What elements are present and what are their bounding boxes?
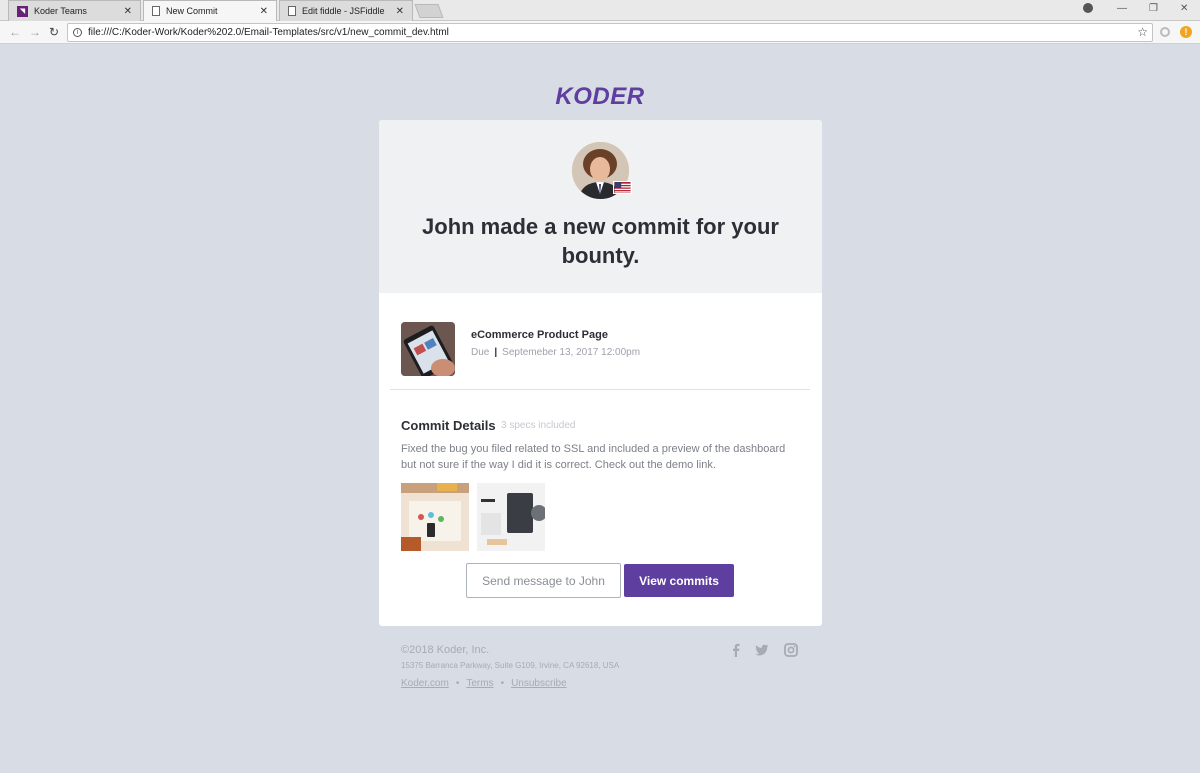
forward-icon[interactable]: → — [29, 25, 41, 39]
footer-link-terms[interactable]: Terms — [466, 678, 493, 689]
tab-jsfiddle[interactable]: Edit fiddle - JSFiddle ✕ — [279, 0, 413, 21]
new-tab-button[interactable] — [414, 4, 444, 18]
commit-description: Fixed the bug you filed related to SSL a… — [401, 443, 786, 471]
email-hero: John made a new commit for your bounty. — [379, 120, 822, 293]
browser-tab-bar: ◥ Koder Teams ✕ New Commit ✕ Edit fiddle… — [0, 0, 1200, 21]
headline: John made a new commit for your bounty. — [422, 214, 779, 268]
dot-separator: • — [455, 678, 460, 689]
divider — [390, 389, 810, 390]
tab-koder-teams[interactable]: ◥ Koder Teams ✕ — [8, 0, 141, 21]
svg-text:KODER: KODER — [555, 83, 644, 110]
due-date: Septemeber 13, 2017 12:00pm — [502, 347, 641, 358]
project-title: eCommerce Product Page — [471, 329, 608, 341]
commit-screenshot[interactable] — [401, 483, 469, 551]
profile-icon[interactable] — [1083, 3, 1093, 13]
restore-icon[interactable]: ❐ — [1149, 3, 1158, 14]
close-icon[interactable]: ✕ — [260, 6, 268, 17]
view-commits-button[interactable]: View commits — [624, 564, 734, 597]
due-label: Due — [471, 347, 490, 358]
bookmark-star-icon[interactable]: ☆ — [1137, 25, 1148, 39]
due-line: Due | Septemeber 13, 2017 12:00pm — [471, 347, 640, 358]
footer-link-koder[interactable]: Koder.com — [401, 678, 449, 689]
document-icon — [152, 6, 160, 16]
koder-logo: KODER — [555, 83, 644, 110]
footer-copyright: ©2018 Koder, Inc. — [401, 644, 490, 656]
separator: | — [494, 347, 498, 358]
close-icon[interactable]: ✕ — [396, 6, 404, 17]
send-message-button[interactable]: Send message to John — [466, 563, 621, 598]
info-icon[interactable]: i — [73, 28, 82, 37]
visual-studio-icon: ◥ — [17, 5, 28, 17]
footer-links: Koder.com • Terms • Unsubscribe — [401, 678, 567, 689]
reload-icon[interactable]: ↻ — [49, 25, 59, 39]
email-card: John made a new commit for your bounty. … — [379, 120, 822, 626]
back-icon[interactable]: ← — [9, 25, 21, 39]
warning-extension-icon[interactable]: ! — [1180, 26, 1192, 38]
twitter-icon[interactable] — [755, 643, 769, 657]
browser-toolbar: ← → ↻ i file:///C:/Koder-Work/Koder%202.… — [0, 21, 1200, 44]
url-text[interactable]: file:///C:/Koder-Work/Koder%202.0/Email-… — [88, 27, 449, 38]
close-window-icon[interactable]: ✕ — [1180, 3, 1188, 14]
extension-icon[interactable] — [1160, 27, 1170, 37]
tab-new-commit[interactable]: New Commit ✕ — [143, 0, 277, 21]
close-icon[interactable]: ✕ — [124, 6, 132, 17]
commit-details-title: Commit Details — [401, 418, 496, 433]
address-bar[interactable]: i file:///C:/Koder-Work/Koder%202.0/Emai… — [67, 23, 1153, 42]
us-flag-icon — [613, 181, 632, 194]
footer-link-unsubscribe[interactable]: Unsubscribe — [511, 678, 567, 689]
footer-address: 15375 Barranca Parkway, Suite G109, Irvi… — [401, 661, 620, 670]
project-thumbnail — [401, 322, 455, 376]
minimize-icon[interactable]: — — [1117, 3, 1127, 14]
tab-label: New Commit — [166, 6, 218, 16]
specs-count: 3 specs included — [501, 420, 576, 431]
instagram-icon[interactable] — [784, 643, 798, 657]
tab-label: Koder Teams — [34, 6, 87, 16]
tab-label: Edit fiddle - JSFiddle — [302, 6, 385, 16]
commit-screenshot[interactable] — [477, 483, 545, 551]
facebook-icon[interactable] — [729, 643, 743, 657]
document-icon — [288, 6, 296, 16]
dot-separator: • — [500, 678, 505, 689]
